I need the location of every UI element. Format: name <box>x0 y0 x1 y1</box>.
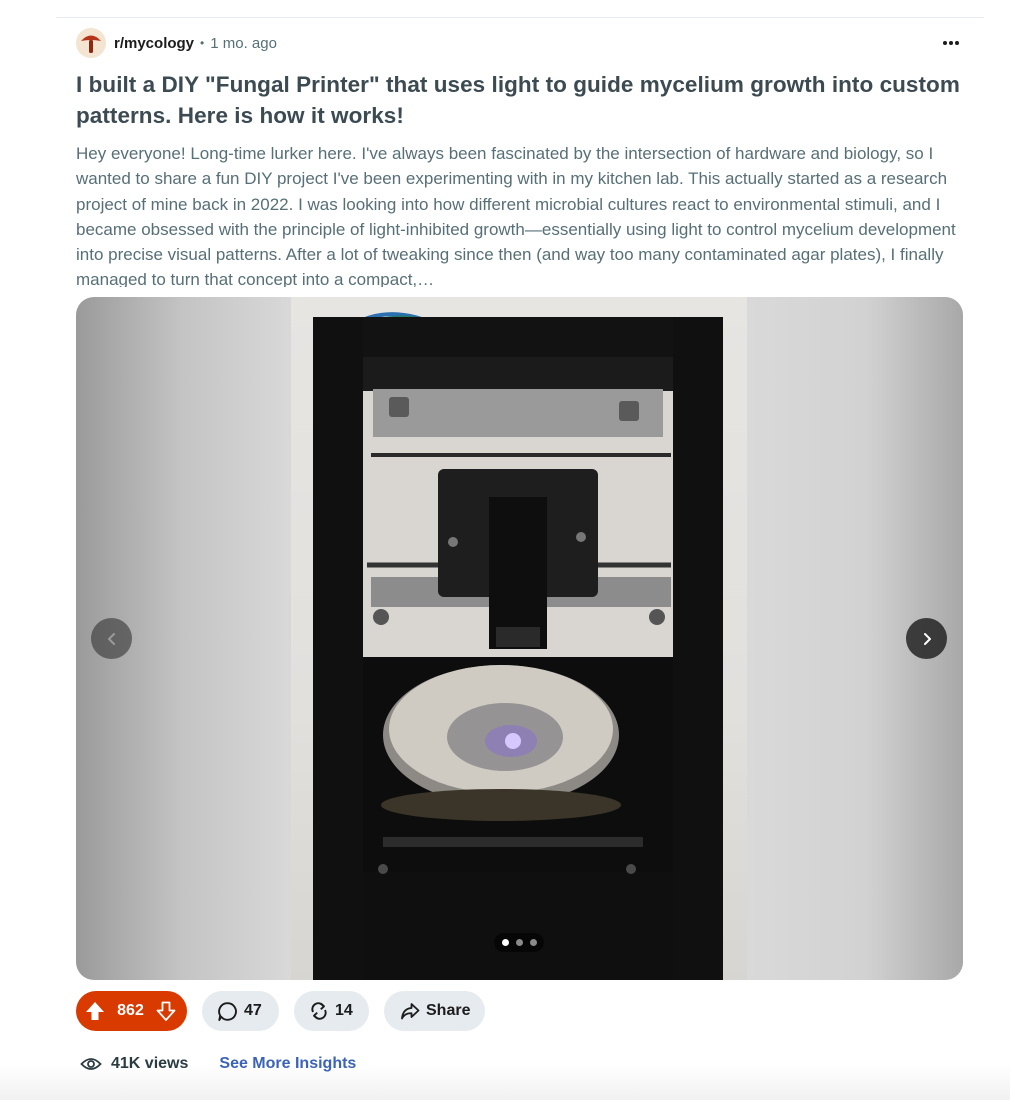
pagination-dot[interactable] <box>501 939 509 946</box>
chevron-left-icon <box>107 632 115 645</box>
eye-icon <box>80 1056 102 1072</box>
vote-pill: 862 <box>76 991 187 1031</box>
repost-count: 14 <box>335 1002 353 1019</box>
post-body[interactable]: Hey everyone! Long-time lurker here. I'v… <box>76 141 963 287</box>
downvote-button[interactable] <box>155 1000 177 1022</box>
subreddit-avatar[interactable] <box>76 28 106 58</box>
share-button[interactable]: Share <box>384 991 485 1031</box>
vote-count: 862 <box>117 1002 144 1019</box>
post-card: r/mycology • 1 mo. ago I built a DIY "Fu… <box>76 28 963 287</box>
repost-icon <box>309 1001 329 1021</box>
pagination-dot[interactable] <box>529 939 537 946</box>
fungal-printer-photo <box>313 312 723 980</box>
downvote-icon <box>156 1001 176 1021</box>
gallery-image[interactable] <box>291 297 747 980</box>
post-meta: r/mycology • 1 mo. ago <box>76 28 963 58</box>
chevron-right-icon <box>923 632 931 645</box>
share-icon <box>400 1001 420 1021</box>
gallery-next-button[interactable] <box>906 618 947 659</box>
view-count: 41K views <box>80 1055 188 1073</box>
comment-count: 47 <box>244 1002 262 1019</box>
comments-button[interactable]: 47 <box>202 991 279 1031</box>
gallery-prev-button[interactable] <box>91 618 132 659</box>
mushroom-icon <box>76 28 106 58</box>
upvote-button[interactable] <box>84 1000 106 1022</box>
views-label: 41K views <box>111 1055 189 1072</box>
image-gallery[interactable] <box>76 297 963 980</box>
see-more-insights-link[interactable]: See More Insights <box>219 1055 356 1073</box>
upvote-icon <box>86 1002 104 1020</box>
more-horizontal-icon <box>943 41 959 45</box>
repost-button[interactable]: 14 <box>294 991 369 1031</box>
comment-icon <box>217 1001 238 1022</box>
post-insights: 41K views See More Insights <box>80 1055 356 1073</box>
gallery-pagination <box>494 933 544 952</box>
meta-separator: • <box>200 36 205 50</box>
top-divider <box>56 17 984 18</box>
pagination-dot[interactable] <box>515 939 523 946</box>
post-actions: 862 47 14 Share <box>76 991 485 1031</box>
post-time: 1 mo. ago <box>210 34 277 52</box>
post-title[interactable]: I built a DIY "Fungal Printer" that uses… <box>76 69 963 131</box>
more-options-button[interactable] <box>937 29 965 57</box>
subreddit-name[interactable]: r/mycology <box>114 35 194 52</box>
share-label: Share <box>426 1002 471 1019</box>
